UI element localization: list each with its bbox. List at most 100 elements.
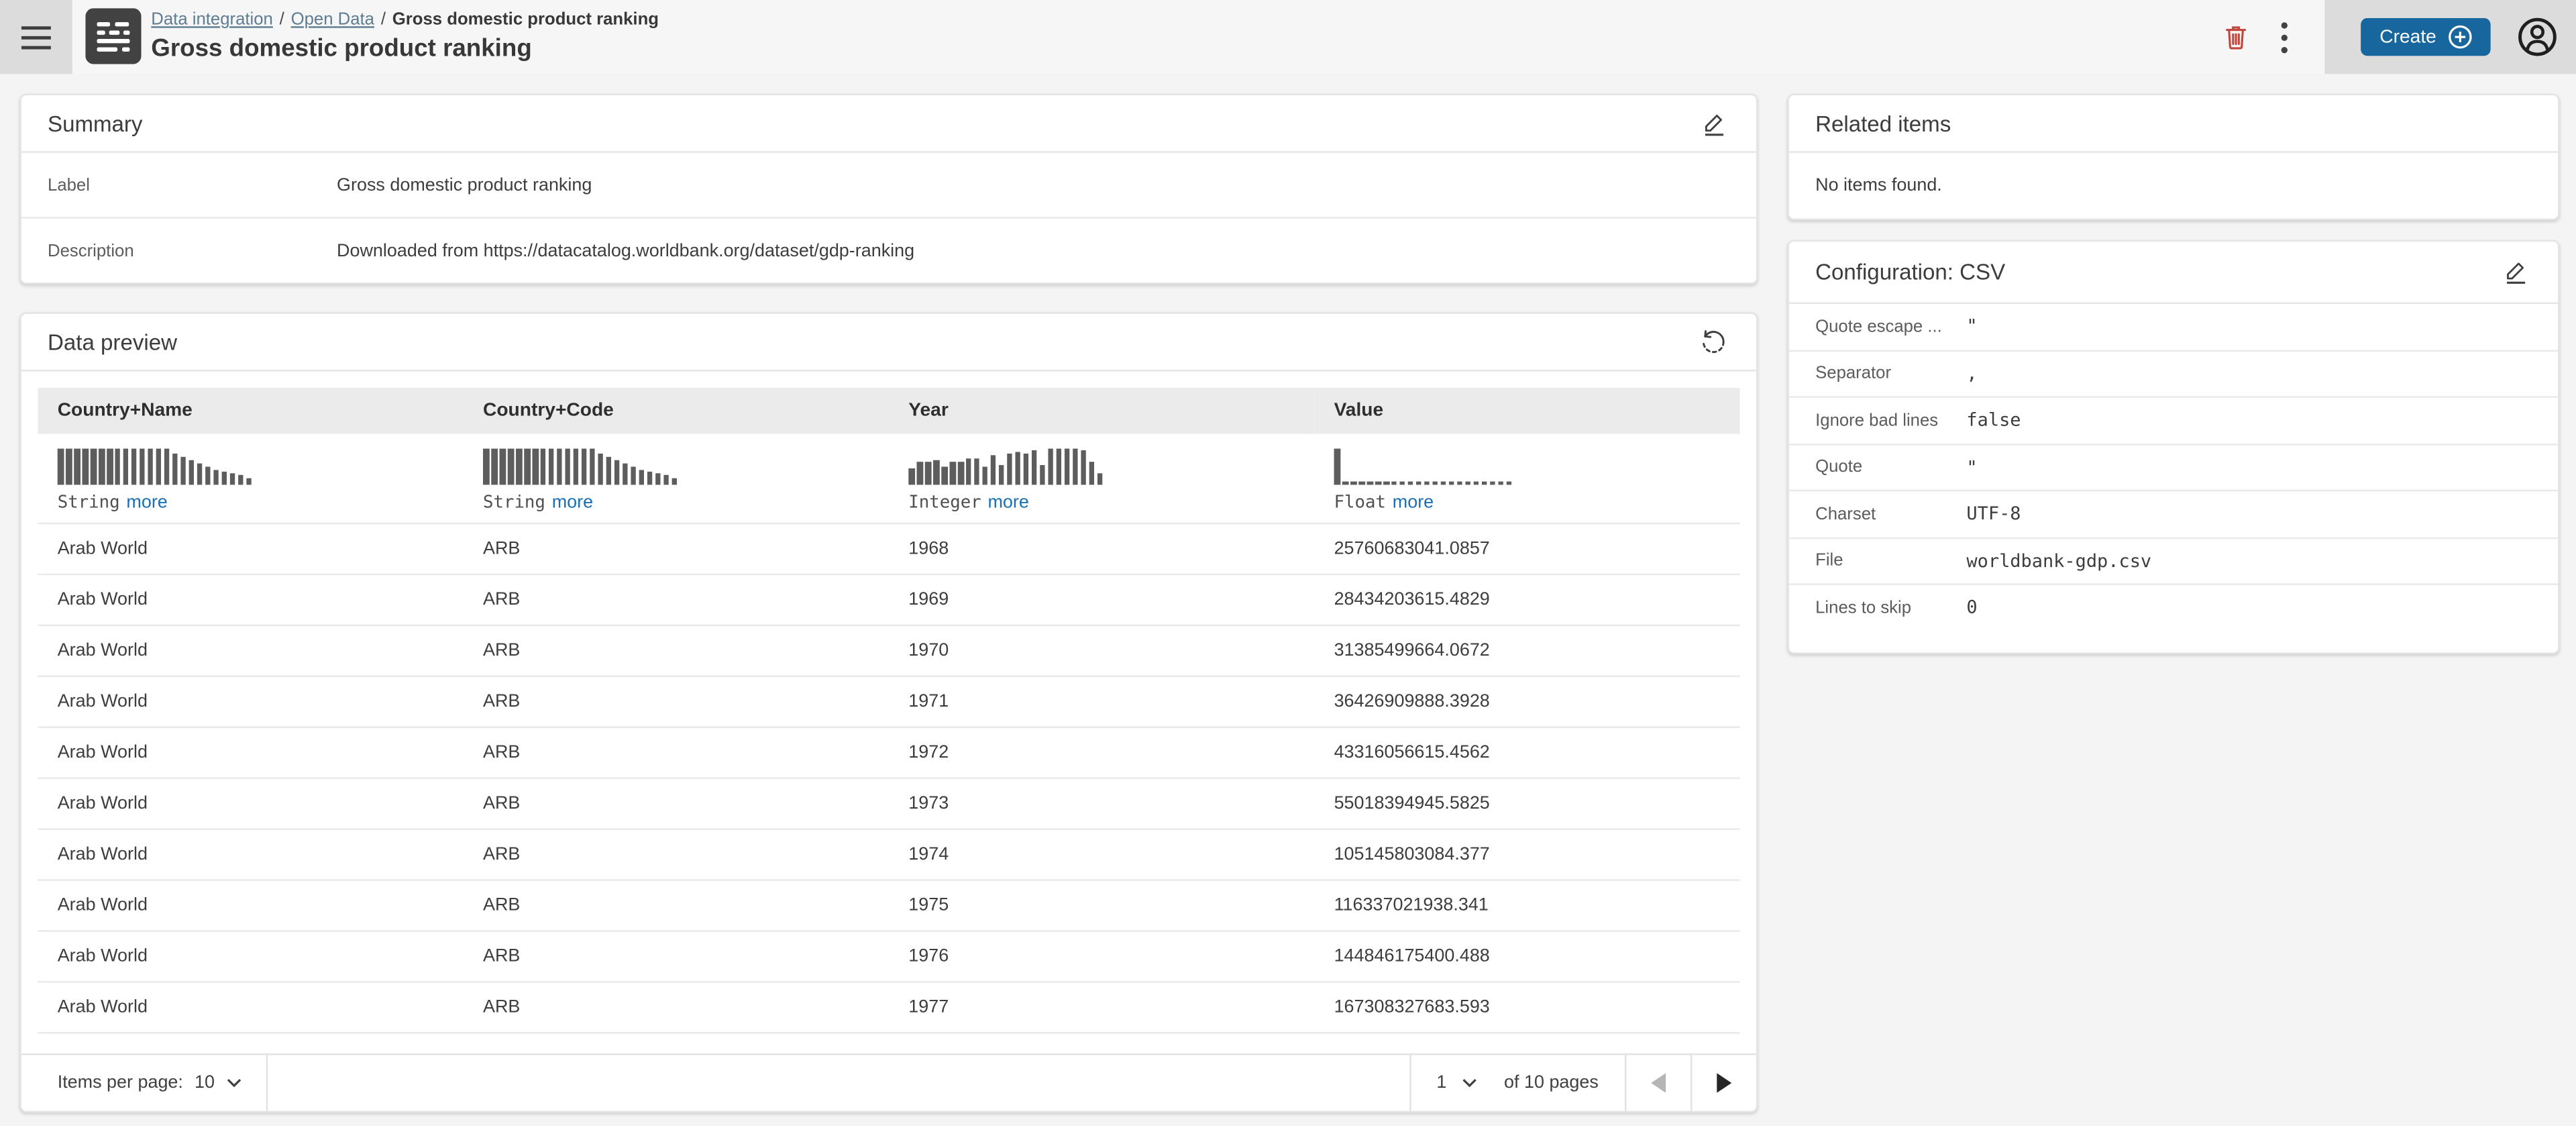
column-type-line: Stringmore bbox=[58, 493, 464, 513]
config-value: UTF-8 bbox=[1966, 503, 2021, 525]
table-cell: ARB bbox=[464, 574, 889, 625]
column-header-year: Year bbox=[889, 388, 1314, 434]
table-cell: 1968 bbox=[889, 523, 1314, 574]
table-cell: 167308327683.593 bbox=[1314, 982, 1739, 1033]
config-label: Quote bbox=[1815, 457, 1966, 476]
column-type: String bbox=[483, 493, 545, 513]
trash-icon[interactable] bbox=[2212, 12, 2261, 61]
table-cell: ARB bbox=[464, 778, 889, 829]
breadcrumb-link-data-integration[interactable]: Data integration bbox=[151, 10, 273, 30]
table-cell: Arab World bbox=[38, 829, 463, 880]
config-label: Charset bbox=[1815, 504, 1966, 523]
caret-left-icon[interactable] bbox=[1625, 1055, 1690, 1111]
more-link[interactable]: more bbox=[987, 493, 1028, 513]
table-cell: Arab World bbox=[38, 676, 463, 727]
column-type-line: Float more bbox=[1334, 493, 1740, 513]
related-items-title: Related items bbox=[1815, 111, 1951, 136]
table-row: Arab WorldARB197136426909888.3928 bbox=[38, 676, 1739, 727]
hamburger-menu-icon[interactable] bbox=[11, 12, 60, 61]
table-cell: 1969 bbox=[889, 574, 1314, 625]
table-cell: Arab World bbox=[38, 523, 463, 574]
refresh-icon[interactable] bbox=[1697, 325, 1730, 358]
config-value: false bbox=[1966, 409, 2021, 431]
config-row-ignore-bad-lines: Ignore bad linesfalse bbox=[1789, 396, 2558, 443]
table-row: Arab WorldARB1976144846175400.488 bbox=[38, 931, 1739, 982]
histogram bbox=[58, 449, 464, 485]
config-value: " bbox=[1966, 456, 1977, 478]
table-cell: Arab World bbox=[38, 574, 463, 625]
table-stats-row: StringmoreStringmoreIntegermoreFloatmore bbox=[38, 434, 1739, 523]
pagination-bar: Items per page: 10 1 of 10 pages bbox=[21, 1054, 1756, 1111]
configuration-title: Configuration: CSV bbox=[1815, 260, 2005, 285]
table-row: Arab WorldARB1974105145803084.377 bbox=[38, 829, 1739, 880]
config-row-file: Fileworldbank-gdp.csv bbox=[1789, 537, 2558, 584]
table-row: Arab WorldARB197243316056615.4562 bbox=[38, 727, 1739, 778]
table-cell: Arab World bbox=[38, 931, 463, 982]
data-preview-card: Data preview Country+NameCountry+CodeYea… bbox=[19, 312, 1758, 1113]
column-header-value: Value bbox=[1314, 388, 1739, 434]
current-page: 1 bbox=[1436, 1073, 1446, 1092]
preview-table: Country+NameCountry+CodeYearValue String… bbox=[21, 371, 1756, 1053]
more-link[interactable]: more bbox=[1393, 493, 1434, 513]
column-type: Float bbox=[1334, 493, 1386, 513]
table-cell: Arab World bbox=[38, 625, 463, 676]
column-type-line: Integer more bbox=[908, 493, 1314, 513]
items-per-page-select[interactable]: Items per page: 10 bbox=[21, 1055, 268, 1111]
config-value: " bbox=[1966, 316, 1977, 338]
page-title: Gross domestic product ranking bbox=[151, 34, 659, 62]
kebab-menu-icon[interactable] bbox=[2266, 12, 2302, 61]
edit-summary-pencil-icon[interactable] bbox=[1697, 107, 1730, 140]
table-row: Arab WorldARB196825760683041.0857 bbox=[38, 523, 1739, 574]
items-per-page-value: 10 bbox=[195, 1073, 215, 1092]
table-header-row: Country+NameCountry+CodeYearValue bbox=[38, 388, 1739, 434]
field-value: Gross domestic product ranking bbox=[337, 175, 592, 195]
more-link[interactable]: more bbox=[552, 493, 593, 513]
edit-configuration-pencil-icon[interactable] bbox=[2499, 256, 2532, 289]
table-cell: ARB bbox=[464, 982, 889, 1033]
config-row-quote-escape-: Quote escape ..." bbox=[1789, 304, 2558, 349]
table-cell: Arab World bbox=[38, 880, 463, 931]
table-cell: 1971 bbox=[889, 676, 1314, 727]
field-value: Downloaded from https://datacatalog.worl… bbox=[337, 241, 914, 260]
table-cell: 1974 bbox=[889, 829, 1314, 880]
chevron-down-icon bbox=[226, 1078, 241, 1088]
histogram bbox=[483, 449, 889, 485]
config-label: File bbox=[1815, 551, 1966, 570]
page-count-label: of 10 pages bbox=[1501, 1055, 1625, 1111]
column-stats-country-name: Stringmore bbox=[38, 434, 463, 523]
config-label: Quote escape ... bbox=[1815, 317, 1966, 336]
caret-right-icon[interactable] bbox=[1690, 1055, 1756, 1111]
flat-data-record-icon bbox=[85, 8, 141, 64]
field-label: Description bbox=[48, 241, 337, 260]
table-row: Arab WorldARB1977167308327683.593 bbox=[38, 982, 1739, 1033]
create-button[interactable]: Create bbox=[2361, 18, 2490, 56]
table-cell: ARB bbox=[464, 676, 889, 727]
table-row: Arab WorldARB197355018394945.5825 bbox=[38, 778, 1739, 829]
column-stats-year: Integer more bbox=[889, 434, 1314, 523]
user-avatar-icon[interactable] bbox=[2515, 15, 2559, 59]
column-type-line: String more bbox=[483, 493, 889, 513]
column-stats-value: Float more bbox=[1314, 434, 1739, 523]
breadcrumb-link-open-data[interactable]: Open Data bbox=[291, 10, 374, 30]
summary-row-label: Label Gross domestic product ranking bbox=[21, 153, 1756, 217]
app-window: Data integration / Open Data / Gross dom… bbox=[0, 0, 2576, 1126]
table-cell: 1970 bbox=[889, 625, 1314, 676]
column-header-country-name: Country+Name bbox=[38, 388, 463, 434]
nav-strip bbox=[0, 0, 72, 74]
column-type: Integer bbox=[908, 493, 981, 513]
config-label: Ignore bad lines bbox=[1815, 411, 1966, 430]
config-label: Separator bbox=[1815, 364, 1966, 383]
summary-title: Summary bbox=[48, 111, 142, 136]
config-value: 0 bbox=[1966, 597, 1977, 619]
more-link[interactable]: more bbox=[126, 493, 167, 513]
table-row: Arab WorldARB196928434203615.4829 bbox=[38, 574, 1739, 625]
items-per-page-label: Items per page: bbox=[58, 1073, 183, 1092]
histogram bbox=[908, 449, 1314, 485]
summary-card: Summary Label Gross domestic product ran… bbox=[19, 94, 1758, 285]
breadcrumb-separator: / bbox=[381, 10, 386, 30]
table-cell: ARB bbox=[464, 727, 889, 778]
table-cell: 1977 bbox=[889, 982, 1314, 1033]
circle-plus-icon bbox=[2448, 25, 2473, 50]
page-number-select[interactable]: 1 bbox=[1410, 1055, 1501, 1111]
header-action-block: Create bbox=[2325, 0, 2576, 74]
